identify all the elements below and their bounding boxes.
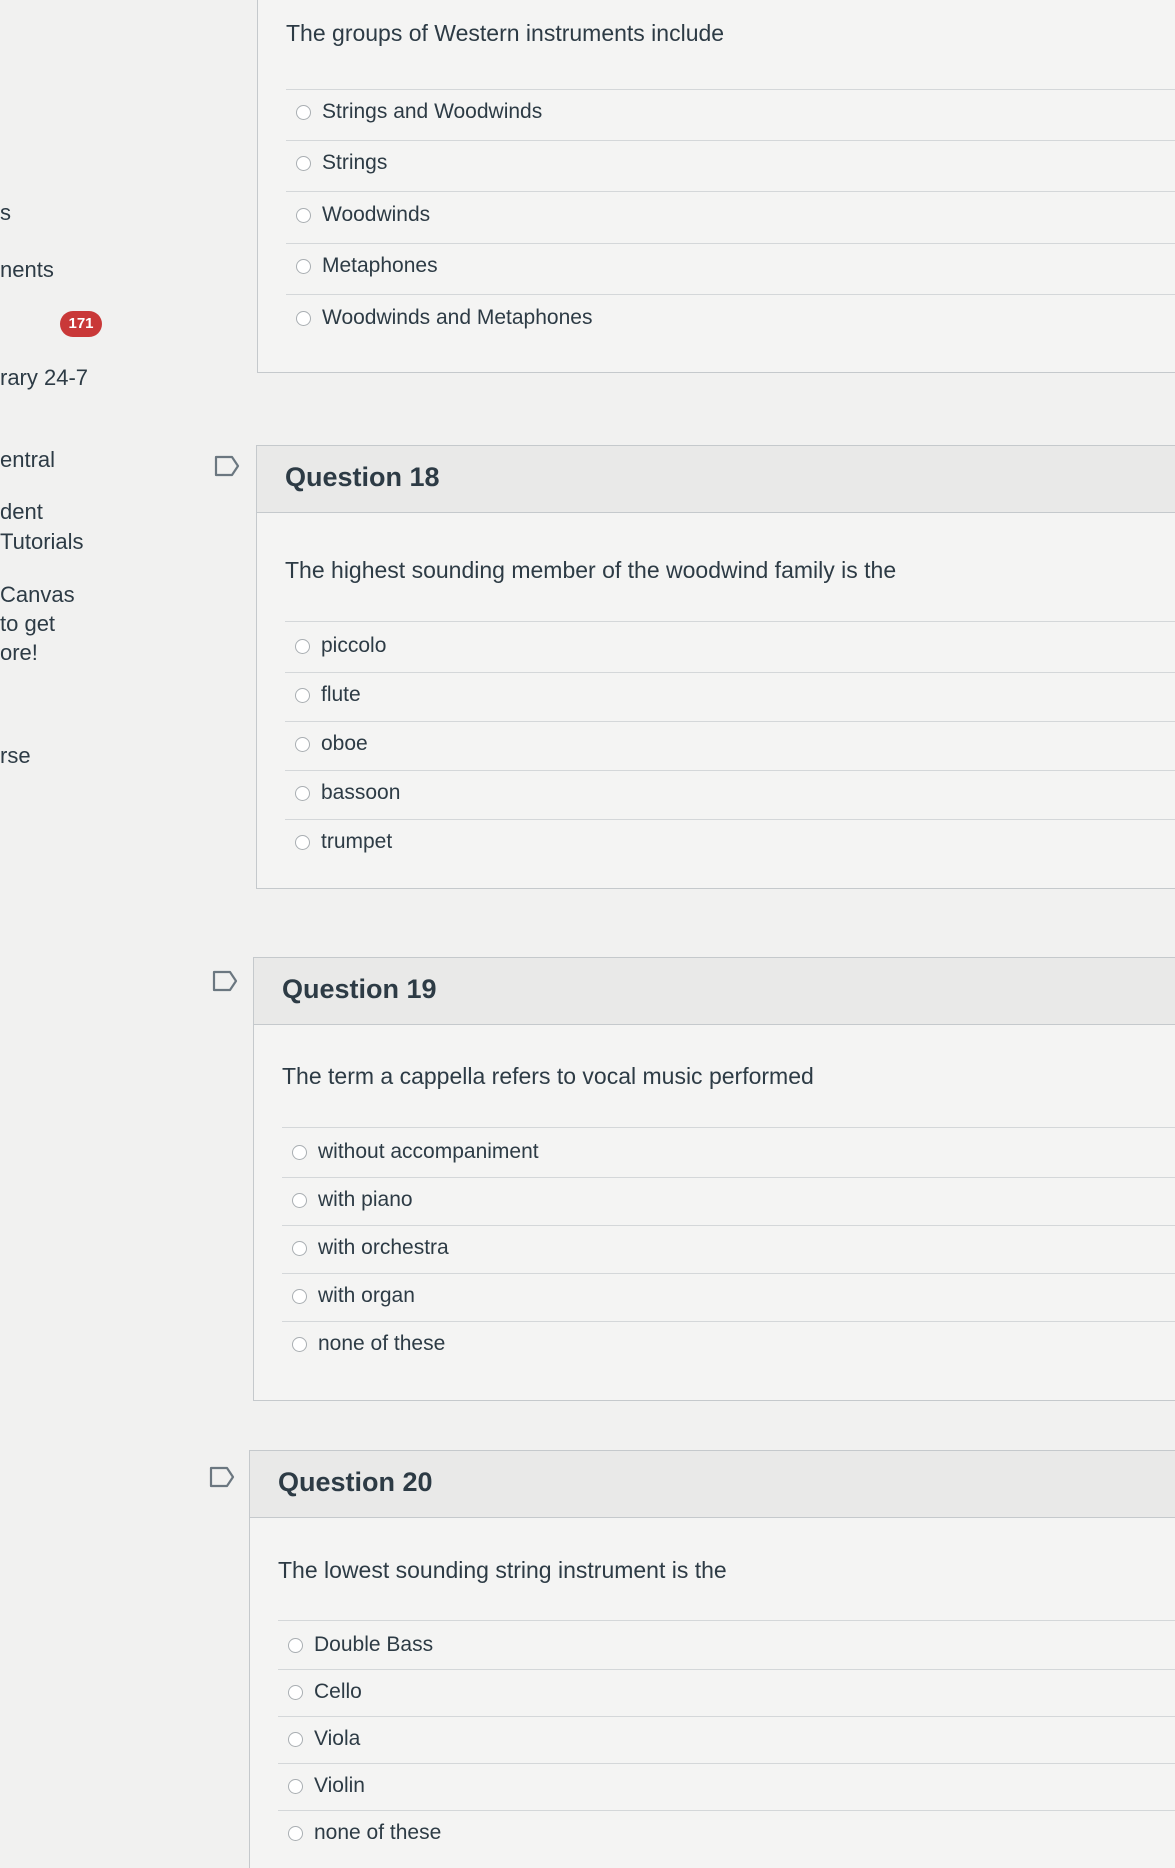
radio-button[interactable] <box>288 1638 303 1653</box>
radio-button[interactable] <box>292 1337 307 1352</box>
answer-option[interactable]: with piano <box>282 1178 1175 1226</box>
answer-option[interactable]: none of these <box>282 1322 1175 1369</box>
answer-option[interactable]: Viola <box>278 1717 1175 1764</box>
question-text: The highest sounding member of the woodw… <box>285 557 897 583</box>
answer-option[interactable]: oboe <box>285 722 1175 771</box>
answer-option[interactable]: Strings and Woodwinds <box>286 90 1175 141</box>
question-17-block: The groups of Western instruments includ… <box>257 0 1175 373</box>
radio-button[interactable] <box>288 1779 303 1794</box>
sidebar-item-label[interactable]: Canvas <box>0 580 75 609</box>
answer-option[interactable]: Woodwinds <box>286 193 1175 244</box>
sidebar-item-label[interactable]: entral <box>0 445 55 474</box>
answer-label[interactable]: with organ <box>318 1284 415 1308</box>
radio-button[interactable] <box>295 737 310 752</box>
answer-option[interactable]: with organ <box>282 1274 1175 1322</box>
answer-option[interactable]: Woodwinds and Metaphones <box>286 296 1175 346</box>
answer-label[interactable]: trumpet <box>321 830 392 854</box>
answer-label[interactable]: flute <box>321 683 361 707</box>
answer-option[interactable]: Metaphones <box>286 244 1175 295</box>
question-19-block: Question 19 The term a cappella refers t… <box>253 957 1175 1401</box>
answer-label[interactable]: Woodwinds and Metaphones <box>322 306 592 330</box>
radio-button[interactable] <box>296 208 311 223</box>
answer-label[interactable]: Cello <box>314 1680 362 1704</box>
question-title: Question 18 <box>285 462 440 492</box>
answer-option[interactable]: piccolo <box>285 624 1175 673</box>
question-header: Question 18 <box>257 445 1175 513</box>
radio-button[interactable] <box>296 311 311 326</box>
question-text: The term a cappella refers to vocal musi… <box>282 1063 814 1089</box>
question-header: Question 20 <box>250 1450 1175 1518</box>
answer-label[interactable]: none of these <box>318 1332 445 1356</box>
radio-button[interactable] <box>288 1826 303 1841</box>
answer-label[interactable]: Metaphones <box>322 254 438 278</box>
answer-option[interactable]: Double Bass <box>278 1623 1175 1670</box>
sidebar-item-label[interactable]: nents <box>0 255 54 284</box>
sidebar-item-label[interactable]: Tutorials <box>0 527 84 556</box>
answer-option[interactable]: Cello <box>278 1670 1175 1717</box>
radio-button[interactable] <box>295 835 310 850</box>
flag-icon[interactable] <box>214 455 240 477</box>
answer-option[interactable]: bassoon <box>285 771 1175 820</box>
question-title: Question 20 <box>278 1467 433 1497</box>
radio-button[interactable] <box>292 1241 307 1256</box>
flag-icon[interactable] <box>209 1466 235 1488</box>
question-text: The groups of Western instruments includ… <box>286 20 725 46</box>
radio-button[interactable] <box>296 156 311 171</box>
answer-label[interactable]: none of these <box>314 1821 441 1845</box>
sidebar-item-label[interactable]: dent <box>0 497 43 526</box>
sidebar-item-label[interactable]: rary 24-7 <box>0 363 88 392</box>
answer-option[interactable]: with orchestra <box>282 1226 1175 1274</box>
answer-label[interactable]: Violin <box>314 1774 365 1798</box>
question-divider <box>278 1620 1175 1621</box>
sidebar-item-label[interactable]: to get <box>0 609 55 638</box>
answer-label[interactable]: piccolo <box>321 634 386 658</box>
radio-button[interactable] <box>296 105 311 120</box>
answer-option[interactable]: without accompaniment <box>282 1130 1175 1178</box>
radio-button[interactable] <box>292 1145 307 1160</box>
radio-button[interactable] <box>295 639 310 654</box>
radio-button[interactable] <box>292 1193 307 1208</box>
radio-button[interactable] <box>288 1732 303 1747</box>
answer-option[interactable]: Violin <box>278 1764 1175 1811</box>
answer-label[interactable]: bassoon <box>321 781 400 805</box>
radio-button[interactable] <box>288 1685 303 1700</box>
answer-label[interactable]: with piano <box>318 1188 413 1212</box>
question-divider <box>285 621 1175 622</box>
course-nav-sidebar: s nents 171 rary 24-7 entral dent Tutori… <box>0 0 180 1868</box>
answer-label[interactable]: with orchestra <box>318 1236 449 1260</box>
radio-button[interactable] <box>295 786 310 801</box>
answer-option[interactable]: flute <box>285 673 1175 722</box>
answer-label[interactable]: Strings and Woodwinds <box>322 100 542 124</box>
answer-label[interactable]: Double Bass <box>314 1633 433 1657</box>
answer-option[interactable]: none of these <box>278 1811 1175 1857</box>
question-title: Question 19 <box>282 974 437 1004</box>
answer-label[interactable]: without accompaniment <box>318 1140 539 1164</box>
radio-button[interactable] <box>295 688 310 703</box>
radio-button[interactable] <box>296 259 311 274</box>
question-18-block: Question 18 The highest sounding member … <box>256 445 1175 889</box>
question-divider <box>282 1127 1175 1128</box>
radio-button[interactable] <box>292 1289 307 1304</box>
question-20-block: Question 20 The lowest sounding string i… <box>249 1450 1175 1868</box>
flag-icon[interactable] <box>212 970 238 992</box>
question-text: The lowest sounding string instrument is… <box>278 1557 727 1583</box>
answer-option[interactable]: trumpet <box>285 820 1175 868</box>
answer-label[interactable]: Woodwinds <box>322 203 430 227</box>
sidebar-item-label[interactable]: s <box>0 198 11 227</box>
sidebar-item-label[interactable]: ore! <box>0 638 38 667</box>
question-header: Question 19 <box>254 957 1175 1025</box>
sidebar-item-label[interactable]: rse <box>0 741 31 770</box>
notification-count-badge: 171 <box>60 311 102 337</box>
answer-label[interactable]: Viola <box>314 1727 360 1751</box>
answer-option[interactable]: Strings <box>286 141 1175 192</box>
answer-label[interactable]: oboe <box>321 732 368 756</box>
answer-label[interactable]: Strings <box>322 151 387 175</box>
